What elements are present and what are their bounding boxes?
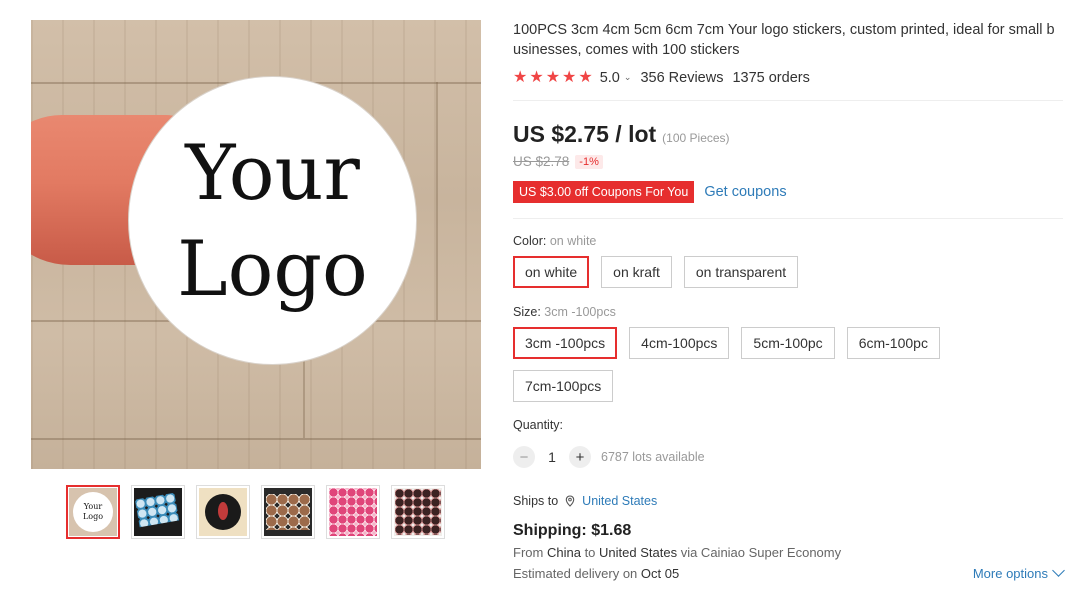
main-product-image[interactable]: Your Logo xyxy=(31,20,481,469)
quantity-label: Quantity: xyxy=(513,418,564,432)
color-option-on-white[interactable]: on white xyxy=(513,256,590,288)
size-label-text: Size: xyxy=(513,305,541,319)
get-coupons-link[interactable]: Get coupons xyxy=(704,184,786,200)
thumb-pink-stickers[interactable] xyxy=(326,485,380,539)
sticker-text-line1: Your xyxy=(185,127,360,217)
more-options-link[interactable]: More options xyxy=(972,564,1065,581)
star-rating: ★ ★ ★ ★ ★ xyxy=(513,70,593,86)
thumb-brown-stickers[interactable] xyxy=(261,485,315,539)
more-options-label: More options xyxy=(972,566,1048,581)
divider xyxy=(513,100,1063,101)
star-icon: ★ xyxy=(545,69,561,86)
color-label-text: Color: xyxy=(513,234,547,248)
size-options: 3cm -100pcs 4cm-100pcs 5cm-100pc 6cm-100… xyxy=(513,327,973,402)
original-price: US $2.78 xyxy=(513,154,570,169)
rating-row: ★ ★ ★ ★ ★ 5.0 ⌄ 356 Reviews 1375 orders xyxy=(513,68,1063,88)
origin-country: China xyxy=(546,545,581,560)
ships-to-label: Ships to xyxy=(513,494,559,508)
thumbnail-strip: Your Logo xyxy=(66,485,445,539)
product-info-panel: 100PCS 3cm 4cm 5cm 6cm 7cm Your logo sti… xyxy=(510,20,1065,581)
star-icon: ★ xyxy=(578,69,593,86)
ships-to-country[interactable]: United States xyxy=(582,494,657,508)
size-option-6cm[interactable]: 6cm-100pc xyxy=(846,327,940,359)
shipping-cost: Shipping: $1.68 xyxy=(513,522,632,539)
color-options: on white on kraft on transparent xyxy=(513,256,1063,288)
plus-icon[interactable]: + xyxy=(569,446,591,468)
color-option-on-transparent[interactable]: on transparent xyxy=(683,256,799,288)
thumb-sticker: Your Logo xyxy=(73,492,113,532)
sticker-text-line2: Logo xyxy=(177,223,368,313)
to-word: to xyxy=(584,545,596,560)
size-selected-value: 3cm -100pcs xyxy=(544,305,616,319)
quantity-stepper: − + 6787 lots available xyxy=(513,446,1063,468)
discount-badge: -1% xyxy=(575,154,603,169)
destination-country: United States xyxy=(599,545,678,560)
reviews-count[interactable]: 356 Reviews xyxy=(640,70,723,86)
thumb-blue-stickers[interactable] xyxy=(131,485,185,539)
size-option-3cm[interactable]: 3cm -100pcs xyxy=(513,327,618,359)
rating-value[interactable]: 5.0 xyxy=(600,70,620,86)
size-option-4cm[interactable]: 4cm-100pcs xyxy=(629,327,730,359)
thumb-text-line2: Logo xyxy=(82,512,104,521)
color-option-on-kraft[interactable]: on kraft xyxy=(601,256,672,288)
price-row: US $2.75 / lot (100 Pieces) xyxy=(513,121,1063,148)
estimated-delivery-label: Estimated delivery on xyxy=(513,566,638,581)
your-logo-sticker: Your Logo xyxy=(128,76,417,365)
location-pin-icon xyxy=(565,495,575,507)
divider xyxy=(513,218,1063,219)
size-option-7cm[interactable]: 7cm-100pcs xyxy=(513,370,614,402)
coupon-row: US $3.00 off Coupons For You Get coupons xyxy=(510,181,1063,203)
estimated-delivery-row: Estimated delivery on Oct 05 More option… xyxy=(513,564,1065,581)
chevron-down-icon[interactable]: ⌄ xyxy=(624,72,632,83)
quantity-input[interactable] xyxy=(535,449,569,465)
thumb-text-line1: Your xyxy=(83,502,103,511)
ships-to-row: Ships to United States xyxy=(513,494,1063,508)
star-icon: ★ xyxy=(513,69,528,86)
pieces-count: (100 Pieces) xyxy=(662,131,730,145)
coupon-badge: US $3.00 off Coupons For You xyxy=(510,181,695,203)
minus-icon[interactable]: − xyxy=(513,446,535,468)
star-icon: ★ xyxy=(562,69,577,86)
orders-count: 1375 orders xyxy=(732,70,810,86)
shipping-method: via Cainiao Super Economy xyxy=(680,545,842,560)
color-selected-value: on white xyxy=(549,234,597,248)
thumb-black-round-sticker[interactable] xyxy=(196,485,250,539)
estimated-delivery-date: Oct 05 xyxy=(640,566,680,581)
product-title: 100PCS 3cm 4cm 5cm 6cm 7cm Your logo sti… xyxy=(513,22,1055,58)
wood-plank-seam xyxy=(436,82,438,320)
size-label: Size: 3cm -100pcs xyxy=(513,305,1063,319)
thumb-dark-stickers[interactable] xyxy=(391,485,445,539)
shipping-route: From China to United States via Cainiao … xyxy=(513,545,1063,560)
chevron-down-icon xyxy=(1052,564,1065,577)
thumb-your-logo[interactable]: Your Logo xyxy=(66,485,120,539)
lots-available: 6787 lots available xyxy=(601,450,705,464)
original-price-row: US $2.78 -1% xyxy=(513,154,1063,169)
from-word: From xyxy=(513,545,544,560)
wood-plank-line xyxy=(31,438,481,440)
color-label: Color: on white xyxy=(513,234,1063,248)
star-icon: ★ xyxy=(529,69,544,86)
size-option-5cm[interactable]: 5cm-100pc xyxy=(741,327,835,359)
price: US $2.75 / lot xyxy=(513,121,657,147)
